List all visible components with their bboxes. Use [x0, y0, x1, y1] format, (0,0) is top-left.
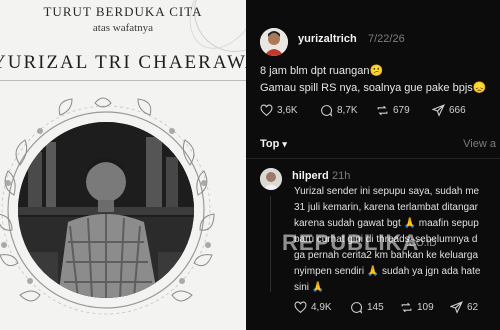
reply-text-line: Yurizal sender ini sepupu saya, sudah me — [294, 186, 480, 197]
sort-label: Top — [260, 138, 280, 150]
reply-like-count: 4,9K — [311, 302, 332, 313]
post-like-count: 3,6K — [277, 105, 298, 116]
reply-repost-button[interactable]: 109 — [400, 301, 434, 314]
heart-icon — [294, 301, 307, 314]
post-like-button[interactable]: 3,6K — [260, 104, 298, 117]
reply-text-line: sini 🙏 — [294, 282, 325, 293]
watermark-logo: REPUBLIKA — [282, 230, 420, 255]
sort-dropdown[interactable]: Top ▾ — [260, 138, 287, 150]
post-text-line: Gamau spill RS nya, soalnya gue pake bpj… — [260, 82, 487, 94]
reply-like-button[interactable]: 4,9K — [294, 301, 332, 314]
post-comment-count: 8,7K — [337, 105, 358, 116]
post-share-count: 666 — [449, 105, 466, 116]
reply-comment-count: 145 — [367, 302, 384, 313]
chevron-down-icon: ▾ — [282, 139, 287, 149]
condolence-heading: TURUT BERDUKA CITA — [43, 4, 203, 19]
post-repost-button[interactable]: 679 — [376, 104, 410, 117]
post-repost-count: 679 — [393, 105, 410, 116]
reply-username[interactable]: hilperd — [292, 170, 329, 182]
reply-repost-count: 109 — [417, 302, 434, 313]
post-text-line: 8 jam blm dpt ruangan😕 — [260, 65, 384, 77]
divider — [246, 158, 500, 159]
post-share-button[interactable]: 666 — [432, 104, 466, 117]
divider — [0, 80, 246, 81]
reply-age: 21h — [332, 170, 351, 182]
threads-post-panel: yurizaltrich 7/22/26 8 jam blm dpt ruang… — [246, 0, 500, 330]
repost-icon — [377, 105, 388, 116]
avatar[interactable] — [260, 168, 282, 190]
view-activity-link[interactable]: View a — [463, 138, 496, 150]
share-icon — [432, 104, 445, 117]
reply-text-line: nyimpen sendiri 🙏 sudah ya jgn ada hate — [294, 266, 481, 277]
thread-line — [270, 196, 271, 292]
reply-comment-button[interactable]: 145 — [350, 301, 384, 314]
repost-icon — [401, 302, 412, 313]
post-date: 7/22/26 — [368, 33, 405, 45]
reply-share-count: 62 — [467, 302, 479, 313]
condolence-panel: TURUT BERDUKA CITA atas wafatnya YURIZAL… — [0, 0, 246, 330]
watermark-suffix: .CO.ID — [406, 238, 437, 249]
deceased-name: YURIZAL TRI CHAERAWAN — [0, 52, 246, 73]
post-username[interactable]: yurizaltrich — [298, 33, 357, 45]
post-comment-button[interactable]: 8,7K — [320, 104, 358, 117]
reply-share-button[interactable]: 62 — [450, 301, 478, 314]
heart-icon — [260, 104, 273, 117]
condolence-subheading: atas wafatnya — [92, 22, 154, 34]
share-icon — [450, 301, 463, 314]
reply-text-line: 31 juli kemarin, karena terlambat ditang… — [294, 202, 478, 213]
comment-icon — [321, 105, 333, 117]
comment-icon — [351, 302, 363, 314]
avatar-image — [260, 168, 282, 190]
floral-wreath — [0, 97, 215, 315]
avatar[interactable] — [260, 28, 288, 56]
avatar-image — [260, 28, 288, 56]
